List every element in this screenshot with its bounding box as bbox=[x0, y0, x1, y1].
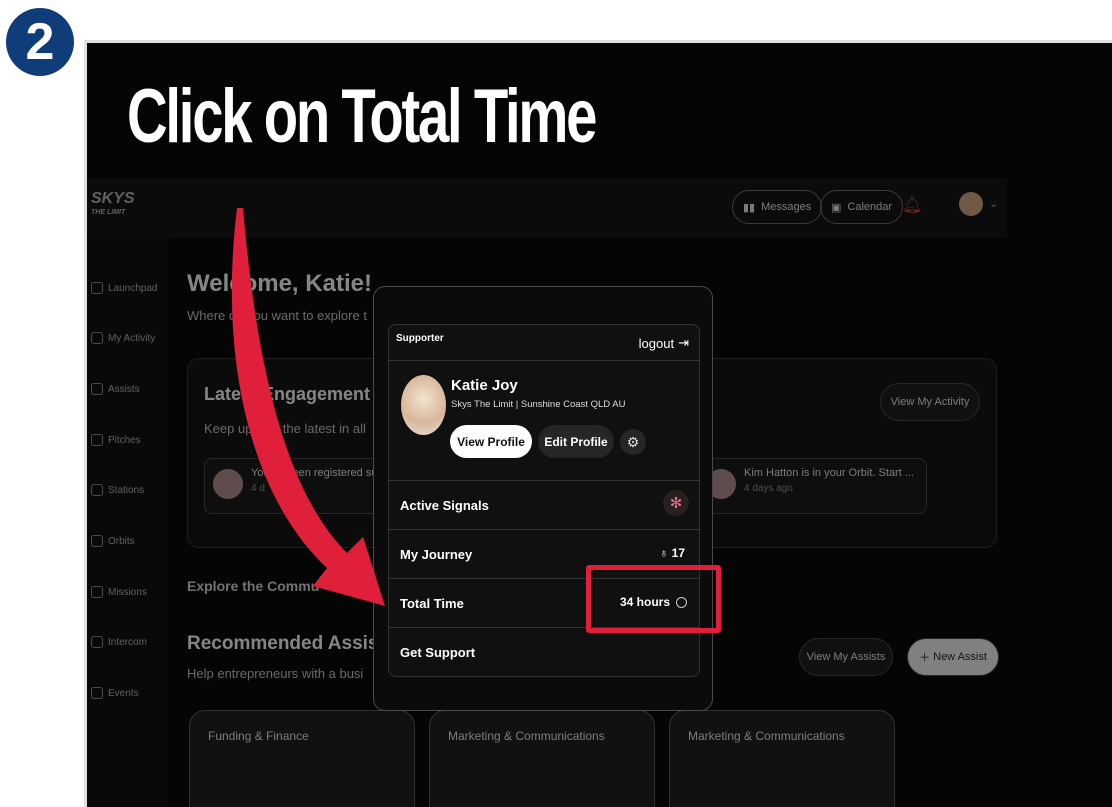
app-logo[interactable]: SKYS THE LIMIT bbox=[91, 191, 135, 220]
welcome-heading: Welcome, Katie! bbox=[187, 270, 372, 297]
edit-profile-button[interactable]: Edit Profile bbox=[538, 425, 614, 458]
messages-button[interactable]: ▮▮ Messages bbox=[732, 190, 823, 224]
home-icon bbox=[91, 282, 103, 294]
avatar bbox=[213, 469, 243, 499]
instruction-title: Click on Total Time bbox=[127, 74, 597, 159]
recommended-assists-heading: Recommended Assists bbox=[187, 633, 396, 654]
profile-dropdown: Supporter logout ⇥ Katie Joy Skys The Lim… bbox=[373, 286, 713, 711]
plus-icon: ＋ bbox=[919, 652, 934, 664]
sidebar-item-orbits[interactable]: Orbits bbox=[91, 531, 135, 551]
profile-header-row: Supporter logout ⇥ bbox=[389, 325, 699, 361]
latest-engagement-subtitle: Keep up with the latest in all bbox=[204, 421, 366, 436]
total-time-label: Total Time bbox=[400, 596, 464, 611]
highlight-box bbox=[586, 565, 721, 633]
sidebar-item-launchpad[interactable]: Launchpad bbox=[91, 278, 158, 298]
screenshot-frame: Click on Total Time SKYS THE LIMIT ▮▮ Mess… bbox=[84, 40, 1112, 807]
stations-icon bbox=[91, 484, 103, 496]
sidebar: Launchpad My Activity Assists Pitches St… bbox=[87, 238, 169, 807]
assist-card[interactable]: Marketing & Communications bbox=[429, 710, 655, 807]
sidebar-item-intercom[interactable]: Intercom bbox=[91, 632, 147, 652]
step-number-badge: 2 bbox=[6, 8, 74, 76]
profile-info-row: Katie Joy Skys The Limit | Sunshine Coas… bbox=[389, 361, 699, 481]
sidebar-item-assists[interactable]: Assists bbox=[91, 379, 140, 399]
journey-value: ♁ 17 bbox=[659, 546, 685, 560]
logout-button[interactable]: logout ⇥ bbox=[639, 335, 689, 351]
profile-name: Katie Joy bbox=[451, 377, 518, 394]
logout-icon: ⇥ bbox=[678, 335, 689, 350]
notification-card[interactable]: Kim Hatton is in your Orbit. Start ... 4 … bbox=[697, 458, 927, 514]
profile-organization: Skys The Limit | Sunshine Coast QLD AU bbox=[451, 399, 626, 410]
sidebar-item-my-activity[interactable]: My Activity bbox=[91, 328, 155, 348]
explore-heading: Explore the Commu bbox=[187, 578, 320, 594]
view-my-activity-button[interactable]: View My Activity bbox=[880, 383, 980, 421]
activity-icon bbox=[91, 332, 103, 344]
welcome-subtitle: Where do you want to explore t bbox=[187, 308, 367, 323]
active-signals-row[interactable]: Active Signals ✻ bbox=[389, 481, 699, 530]
gear-icon[interactable]: ⚙ bbox=[620, 429, 646, 455]
sidebar-item-pitches[interactable]: Pitches bbox=[91, 430, 141, 450]
rocket-icon bbox=[91, 434, 103, 446]
active-signals-label: Active Signals bbox=[400, 498, 489, 513]
missions-icon bbox=[91, 586, 103, 598]
trophy-icon: ♁ bbox=[659, 546, 672, 560]
assist-card[interactable]: Funding & Finance bbox=[189, 710, 415, 807]
messages-icon: ▮▮ bbox=[743, 201, 756, 214]
sidebar-item-missions[interactable]: Missions bbox=[91, 582, 147, 602]
new-assist-button[interactable]: ＋ New Assist bbox=[907, 638, 999, 676]
intercom-icon bbox=[91, 636, 103, 648]
orbit-icon bbox=[91, 535, 103, 547]
latest-engagement-title: Latest Engagement bbox=[204, 384, 371, 404]
role-label: Supporter bbox=[396, 333, 444, 344]
sidebar-item-events[interactable]: Events bbox=[91, 683, 139, 703]
calendar-button[interactable]: ▣ Calendar bbox=[820, 190, 904, 224]
calendar-icon: ▣ bbox=[831, 201, 842, 214]
signal-icon: ✻ bbox=[663, 490, 689, 516]
get-support-label: Get Support bbox=[400, 645, 476, 660]
my-journey-label: My Journey bbox=[400, 547, 473, 562]
top-bar: SKYS THE LIMIT ▮▮ Messages ▣ Calendar 🔔︎ ⌄ bbox=[87, 178, 1007, 238]
avatar[interactable] bbox=[959, 192, 983, 216]
events-icon bbox=[91, 687, 103, 699]
assists-icon bbox=[91, 383, 103, 395]
assist-card[interactable]: Marketing & Communications bbox=[669, 710, 895, 807]
sidebar-item-stations[interactable]: Stations bbox=[91, 480, 144, 500]
bell-icon[interactable]: 🔔︎ bbox=[902, 195, 922, 215]
view-my-assists-button[interactable]: View My Assists bbox=[799, 638, 893, 676]
recommended-assists-subtitle: Help entrepreneurs with a busi bbox=[187, 666, 364, 681]
view-profile-button[interactable]: View Profile bbox=[450, 425, 532, 458]
get-support-row[interactable]: Get Support bbox=[389, 628, 699, 677]
profile-avatar bbox=[401, 375, 446, 435]
tutorial-screenshot: 2 Click on Total Time SKYS THE LIMIT ▮▮ Me… bbox=[0, 0, 1112, 807]
chevron-down-icon[interactable]: ⌄ bbox=[989, 197, 998, 210]
